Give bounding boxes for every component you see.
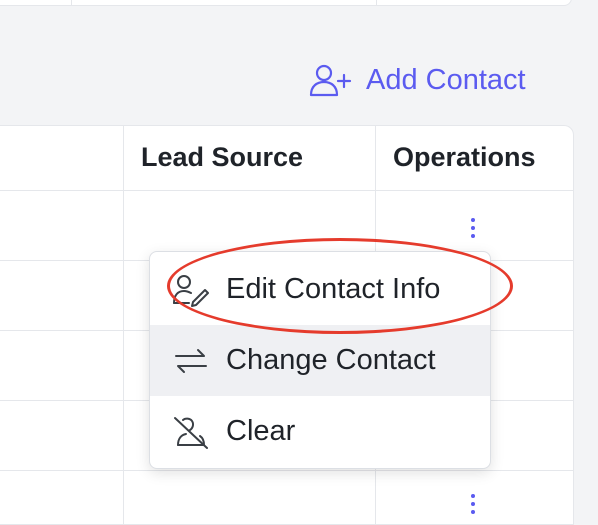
row-operations-menu: Edit Contact Info Change Contact Clear (149, 251, 491, 469)
row-more-icon[interactable] (463, 216, 483, 240)
user-edit-icon (172, 273, 210, 307)
add-contact-button[interactable]: Add Contact (308, 60, 526, 100)
menu-item-edit-contact-info[interactable]: Edit Contact Info (150, 254, 490, 325)
column-divider (71, 0, 72, 5)
column-header-operations: Operations (393, 142, 536, 172)
swap-arrows-icon (172, 344, 210, 378)
row-separator (0, 470, 573, 471)
column-header-lead-source: Lead Source (141, 142, 304, 172)
column-divider (123, 126, 124, 524)
menu-item-change-contact[interactable]: Change Contact (150, 325, 490, 396)
menu-item-label: Change Contact (226, 344, 436, 376)
upper-table-card (0, 0, 572, 6)
row-more-icon[interactable] (463, 492, 483, 516)
menu-item-clear[interactable]: Clear (150, 396, 490, 467)
user-clear-icon (172, 415, 210, 449)
menu-item-label: Clear (226, 415, 296, 447)
add-user-icon (308, 63, 352, 97)
header-separator (0, 190, 573, 191)
add-contact-label: Add Contact (366, 63, 526, 96)
column-divider (376, 0, 377, 5)
menu-item-label: Edit Contact Info (226, 273, 441, 305)
